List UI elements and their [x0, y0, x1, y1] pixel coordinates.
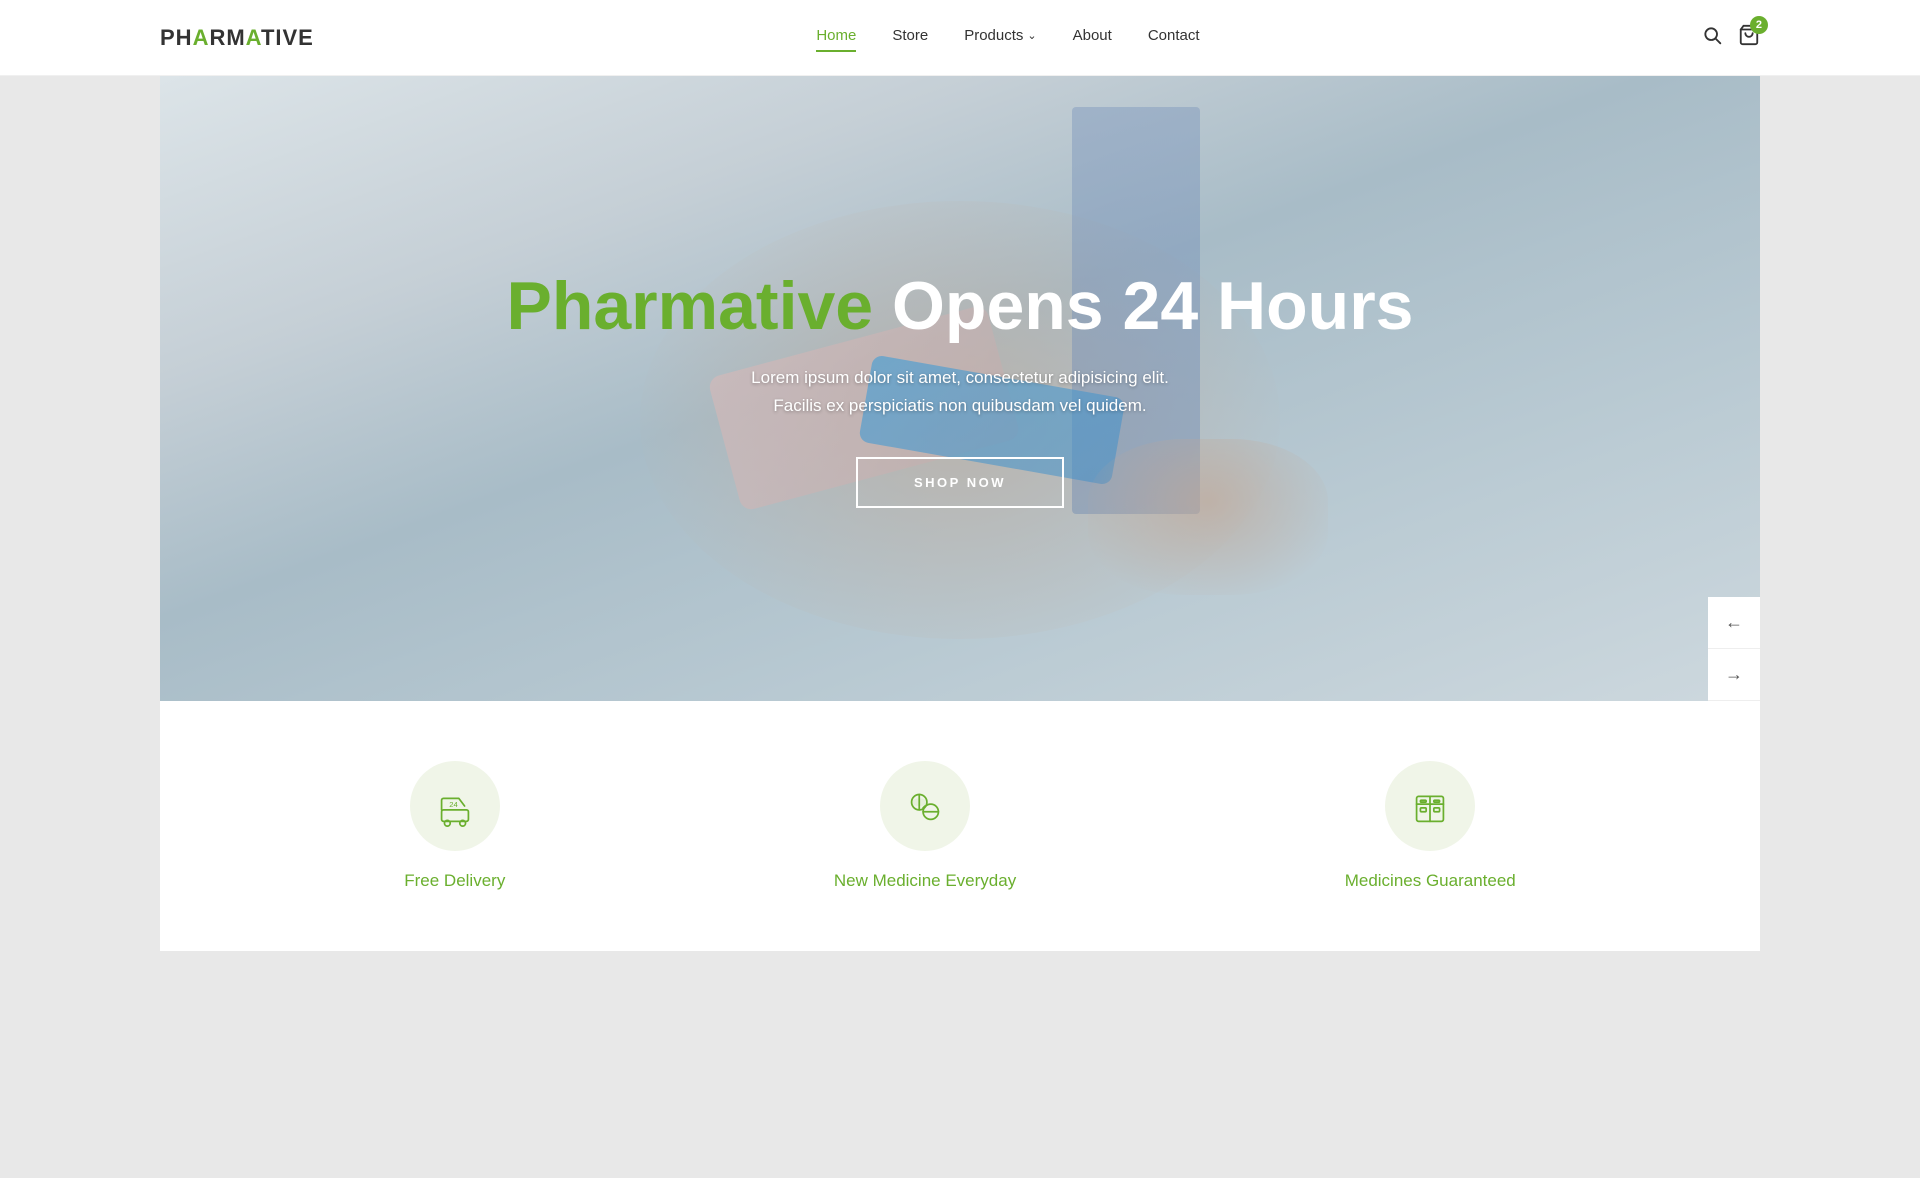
cart-badge: 2	[1750, 16, 1768, 34]
arrow-right-icon: →	[1725, 664, 1743, 685]
feature-delivery-label: Free Delivery	[404, 871, 505, 891]
hero-section: Pharmative Opens 24 Hours Lorem ipsum do…	[160, 76, 1760, 701]
hero-title-main: Opens 24 Hours	[892, 268, 1414, 344]
medicine-icon	[902, 783, 948, 829]
site-logo[interactable]: PHARMATIVE	[160, 25, 314, 51]
hero-subtitle: Lorem ipsum dolor sit amet, consectetur …	[751, 364, 1169, 422]
cart-button[interactable]: 2	[1738, 24, 1760, 52]
slider-arrows: ← →	[1708, 597, 1760, 701]
feature-guaranteed: Medicines Guaranteed	[1345, 761, 1516, 891]
nav-home[interactable]: Home	[816, 27, 856, 48]
delivery-icon-circle: 24	[410, 761, 500, 851]
logo-pharma-text: PH	[160, 25, 193, 50]
feature-guaranteed-label: Medicines Guaranteed	[1345, 871, 1516, 891]
delivery-icon: 24	[432, 783, 478, 829]
nav-contact[interactable]: Contact	[1148, 27, 1200, 48]
hero-title: Pharmative Opens 24 Hours	[506, 269, 1413, 344]
header-icons: 2	[1702, 24, 1760, 52]
hero-content: Pharmative Opens 24 Hours Lorem ipsum do…	[160, 76, 1760, 701]
guaranteed-icon	[1407, 783, 1453, 829]
hero-title-green: Pharmative	[506, 268, 873, 344]
site-header: PHARMATIVE Home Store Products ⌄ About C…	[0, 0, 1920, 76]
nav-about[interactable]: About	[1073, 27, 1112, 48]
shop-now-button[interactable]: SHOP NOW	[856, 457, 1064, 508]
main-nav: Home Store Products ⌄ About Contact	[816, 27, 1199, 48]
feature-delivery: 24 Free Delivery	[404, 761, 505, 891]
feature-medicine-label: New Medicine Everyday	[834, 871, 1016, 891]
slider-next-button[interactable]: →	[1708, 649, 1760, 701]
nav-products[interactable]: Products ⌄	[964, 27, 1036, 48]
features-section: 24 Free Delivery New Medicine	[160, 701, 1760, 951]
arrow-left-icon: ←	[1725, 612, 1743, 633]
search-button[interactable]	[1702, 25, 1722, 50]
hero-subtitle-line1: Lorem ipsum dolor sit amet, consectetur …	[751, 368, 1169, 387]
svg-text:24: 24	[449, 800, 458, 809]
search-icon	[1702, 25, 1722, 45]
guaranteed-icon-circle	[1385, 761, 1475, 851]
hero-subtitle-line2: Facilis ex perspiciatis non quibusdam ve…	[773, 396, 1146, 415]
feature-medicine: New Medicine Everyday	[834, 761, 1016, 891]
logo-rm-text: RM	[209, 25, 245, 50]
logo-a2: A	[246, 25, 261, 50]
medicine-icon-circle	[880, 761, 970, 851]
nav-store[interactable]: Store	[892, 27, 928, 48]
logo-tive-text: TIVE	[261, 25, 314, 50]
slider-prev-button[interactable]: ←	[1708, 597, 1760, 649]
logo-a1: A	[193, 25, 210, 50]
chevron-down-icon: ⌄	[1027, 29, 1036, 42]
